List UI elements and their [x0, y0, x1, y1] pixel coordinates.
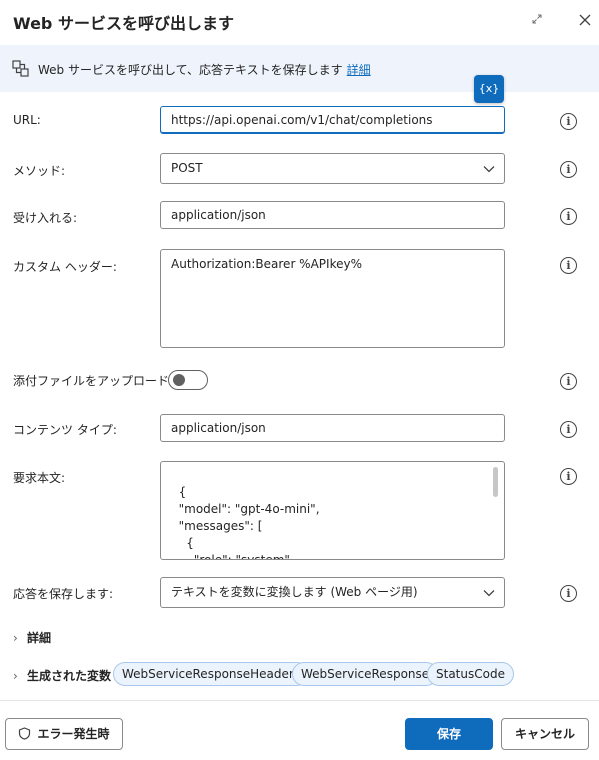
chevron-down-icon — [483, 166, 495, 173]
url-label: URL: — [13, 113, 41, 127]
chevron-down-icon — [483, 590, 495, 597]
method-info-icon[interactable]: i — [560, 161, 577, 178]
toggle-knob — [173, 374, 185, 386]
content-type-label: コンテンツ タイプ: — [13, 423, 117, 437]
attach-file-toggle[interactable] — [168, 370, 208, 390]
save-button[interactable]: 保存 — [405, 718, 493, 750]
save-response-value: テキストを変数に変換します (Web ページ用) — [171, 585, 418, 599]
save-response-label: 応答を保存します: — [13, 587, 114, 601]
content-type-info-icon[interactable]: i — [560, 421, 577, 438]
shield-icon — [19, 727, 31, 740]
request-body-info-icon[interactable]: i — [560, 468, 577, 485]
accept-info-icon[interactable]: i — [560, 208, 577, 225]
footer-divider — [0, 700, 599, 701]
banner-description-text: Web サービスを呼び出して、応答テキストを保存します — [38, 63, 343, 77]
content-type-input[interactable]: application/json — [160, 414, 505, 442]
save-response-info-icon[interactable]: i — [560, 585, 577, 602]
accept-input[interactable]: application/json — [160, 201, 505, 229]
close-icon[interactable] — [576, 11, 594, 29]
variable-pill-status-code[interactable]: StatusCode — [427, 662, 514, 686]
request-body-text: { "model": "gpt-4o-mini", "messages": [ … — [178, 485, 320, 560]
accept-label: 受け入れる: — [13, 211, 78, 225]
details-expander[interactable]: › 詳細 — [13, 629, 51, 646]
method-value: POST — [171, 161, 203, 175]
request-body-label: 要求本文: — [13, 471, 66, 485]
request-body-scrollbar[interactable] — [493, 467, 498, 497]
web-service-icon — [12, 60, 29, 77]
info-banner: Web サービスを呼び出して、応答テキストを保存します 詳細 — [0, 45, 599, 92]
save-response-select[interactable]: テキストを変数に変換します (Web ページ用) — [160, 577, 505, 608]
custom-headers-info-icon[interactable]: i — [560, 257, 577, 274]
method-label: メソッド: — [13, 164, 66, 178]
chevron-right-icon: › — [13, 631, 18, 645]
details-link[interactable]: 詳細 — [347, 63, 371, 77]
custom-headers-input[interactable]: Authorization:Bearer %APIkey% — [160, 249, 505, 348]
request-body-input[interactable]: { "model": "gpt-4o-mini", "messages": [ … — [160, 461, 505, 560]
variable-picker-button[interactable]: {x} — [474, 75, 504, 103]
details-expander-label: 詳細 — [27, 631, 52, 645]
expand-icon[interactable] — [528, 12, 546, 30]
on-error-label: エラー発生時 — [37, 727, 110, 741]
url-info-icon[interactable]: i — [560, 113, 577, 130]
generated-vars-label: 生成された変数 — [27, 669, 112, 683]
url-input[interactable]: https://api.openai.com/v1/chat/completio… — [160, 106, 505, 134]
variable-pill-response[interactable]: WebServiceResponse — [292, 662, 439, 686]
on-error-button[interactable]: エラー発生時 — [5, 718, 123, 750]
chevron-right-icon: › — [13, 669, 18, 683]
variable-pill-headers[interactable]: WebServiceResponseHeaders — [113, 662, 310, 686]
cancel-button[interactable]: キャンセル — [501, 718, 589, 750]
attach-file-info-icon[interactable]: i — [560, 373, 577, 390]
dialog-title: Web サービスを呼び出します — [13, 14, 234, 33]
method-select[interactable]: POST — [160, 153, 505, 184]
custom-headers-label: カスタム ヘッダー: — [13, 260, 117, 274]
generated-vars-expander[interactable]: › 生成された変数 — [13, 667, 111, 684]
banner-description: Web サービスを呼び出して、応答テキストを保存します 詳細 — [38, 61, 371, 78]
